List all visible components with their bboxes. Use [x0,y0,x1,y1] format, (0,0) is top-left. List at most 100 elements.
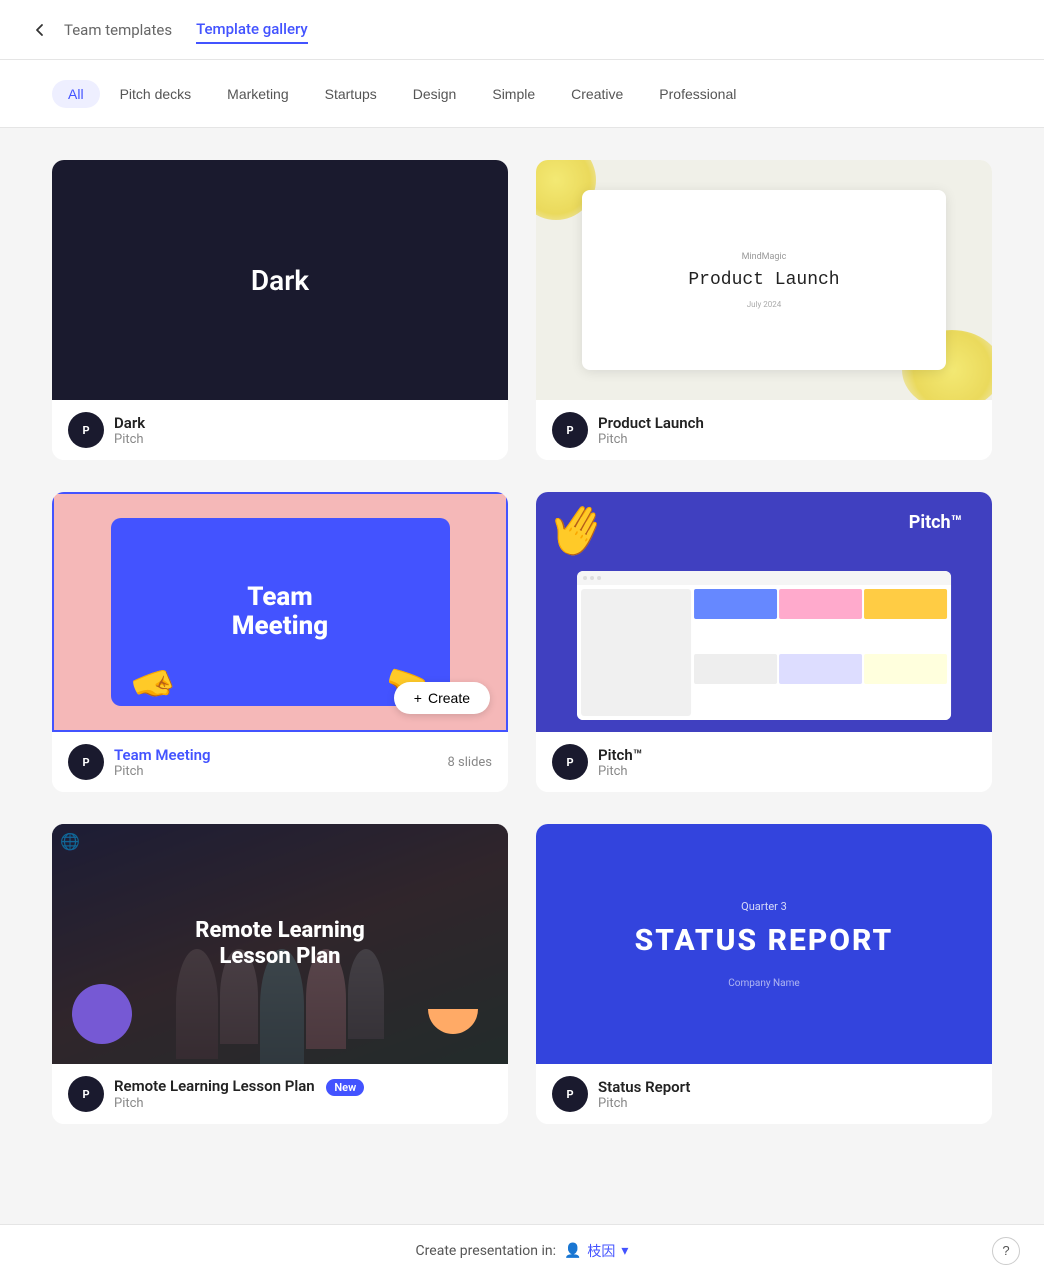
template-thumb-rl: Remote LearningLesson Plan 🌐 [52,824,508,1064]
filter-all[interactable]: All [52,80,100,108]
card-meta-rl: Remote Learning Lesson Plan New Pitch [114,1077,364,1111]
sr-company: Company Name [635,978,894,989]
card-meta-ptm: Pitch™ Pitch [598,746,642,779]
card-info-left-rl: P Remote Learning Lesson Plan New Pitch [68,1076,364,1112]
card-meta-pl: Product Launch Pitch [598,414,704,447]
card-sub-dark: Pitch [114,432,145,447]
ptm-logo: Pitch™ [909,512,962,533]
plus-icon: + [414,690,422,706]
template-thumb-team-meeting: TeamMeeting 🤜 🤛 + Create [52,492,508,732]
tm-inner: TeamMeeting 🤜 🤛 [111,518,450,707]
header: Team templates Template gallery [0,0,1044,60]
filter-marketing[interactable]: Marketing [211,80,304,108]
create-button[interactable]: + Create [394,682,490,714]
product-launch-inner: MindMagic Product Launch July 2024 [582,190,947,370]
card-sub-pl: Pitch [598,432,704,447]
card-name-dark: Dark [114,414,145,432]
ptm-screen-header [577,571,951,585]
card-sub-sr: Pitch [598,1096,690,1111]
template-thumb-product-launch: MindMagic Product Launch July 2024 [536,160,992,400]
card-info-team-meeting: P Team Meeting Pitch 8 slides [52,732,508,792]
pl-brand: MindMagic [742,252,787,262]
pitch-logo-rl: P [68,1076,104,1112]
template-gallery-tab[interactable]: Template gallery [196,16,308,44]
user-avatar-icon: 👤 [564,1243,581,1259]
filter-design[interactable]: Design [397,80,473,108]
ptm-hand-icon: 🤚 [536,492,619,572]
filter-bar: All Pitch decks Marketing Startups Desig… [0,60,1044,128]
card-info-product-launch: P Product Launch Pitch [536,400,992,460]
new-badge: New [326,1079,364,1096]
card-sub-rl: Pitch [114,1096,364,1111]
template-thumb-dark: Dark [52,160,508,400]
template-card-pitch-tm[interactable]: 🤚 Pitch™ [536,492,992,792]
card-info-rl: P Remote Learning Lesson Plan New Pitch [52,1064,508,1124]
ptm-dot-1 [583,576,587,580]
template-card-product-launch[interactable]: MindMagic Product Launch July 2024 P Pro… [536,160,992,460]
ptm-dot-2 [590,576,594,580]
card-name-ptm: Pitch™ [598,746,642,764]
filter-startups[interactable]: Startups [309,80,393,108]
template-thumb-pitch-tm: 🤚 Pitch™ [536,492,992,732]
team-templates-tab[interactable]: Team templates [64,17,172,43]
template-card-dark[interactable]: Dark P Dark Pitch [52,160,508,460]
create-label: Create [428,690,470,706]
help-button[interactable]: ? [992,1237,1020,1265]
template-thumb-sr: Quarter 3 STATUS REPORT Company Name [536,824,992,1064]
template-card-status-report[interactable]: Quarter 3 STATUS REPORT Company Name P S… [536,824,992,1124]
ptm-screen [577,571,951,720]
pl-date: July 2024 [747,300,782,309]
card-info-dark: P Dark Pitch [52,400,508,460]
template-grid: Dark P Dark Pitch MindMagic Product Laun… [0,128,1044,1156]
footer-create-label: Create presentation in: [416,1243,556,1259]
nav-tabs: Team templates Template gallery [64,16,308,44]
ptm-sidebar [581,589,691,716]
pitch-logo-pl: P [552,412,588,448]
footer-language: 枝因 [587,1241,615,1261]
sr-quarter: Quarter 3 [635,900,894,913]
card-name-rl: Remote Learning Lesson Plan New [114,1077,364,1096]
dark-thumb-title: Dark [251,264,309,297]
card-info-sr: P Status Report Pitch [536,1064,992,1124]
pitch-logo-sr: P [552,1076,588,1112]
card-name-sr: Status Report [598,1078,690,1096]
ptm-screen-body [577,585,951,720]
footer: Create presentation in: 👤 枝因 ▾ ? [0,1224,1044,1276]
fist-left-icon: 🤜 [125,658,181,706]
filter-simple[interactable]: Simple [476,80,551,108]
back-button[interactable] [24,14,56,46]
filter-creative[interactable]: Creative [555,80,639,108]
ptm-card-1 [694,589,777,619]
sr-inner: Quarter 3 STATUS REPORT Company Name [615,880,914,1009]
ptm-card-5 [779,654,862,684]
pl-main-title: Product Launch [688,270,839,290]
rl-circle-purple [72,984,132,1044]
card-info-left-pl: P Product Launch Pitch [552,412,704,448]
rl-title: Remote LearningLesson Plan [195,918,365,971]
pitch-logo-tm: P [68,744,104,780]
card-info-left-ptm: P Pitch™ Pitch [552,744,642,780]
card-meta-dark: Dark Pitch [114,414,145,447]
ptm-card-4 [694,654,777,684]
card-info-left-sr: P Status Report Pitch [552,1076,690,1112]
card-info-left-dark: P Dark Pitch [68,412,145,448]
filter-pitch-decks[interactable]: Pitch decks [104,80,208,108]
ptm-card-3 [864,589,947,619]
card-slides-tm: 8 slides [448,755,493,770]
ptm-dot-3 [597,576,601,580]
template-card-team-meeting[interactable]: TeamMeeting 🤜 🤛 + Create P Team Meeting … [52,492,508,792]
filter-professional[interactable]: Professional [643,80,752,108]
card-sub-tm: Pitch [114,764,211,779]
card-meta-tm: Team Meeting Pitch [114,746,211,779]
card-name-pl: Product Launch [598,414,704,432]
pitch-logo-dark: P [68,412,104,448]
card-info-pitch-tm: P Pitch™ Pitch [536,732,992,792]
pitch-logo-ptm: P [552,744,588,780]
card-meta-sr: Status Report Pitch [598,1078,690,1111]
template-card-remote-learning[interactable]: Remote LearningLesson Plan 🌐 P Remote Le… [52,824,508,1124]
ptm-card-6 [864,654,947,684]
sr-title: STATUS REPORT [635,923,894,958]
globe-icon: 🌐 [60,832,80,851]
footer-language-selector[interactable]: 👤 枝因 ▾ [564,1241,628,1261]
card-name-tm: Team Meeting [114,746,211,764]
